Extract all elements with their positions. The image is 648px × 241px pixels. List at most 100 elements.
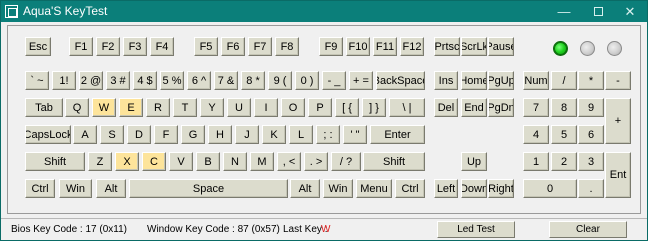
key-4[interactable]: 4 $: [133, 71, 157, 90]
key-0[interactable]: 0 ): [295, 71, 319, 90]
clear-button[interactable]: Clear: [549, 221, 627, 238]
key-w[interactable]: W: [92, 98, 116, 117]
key-f1[interactable]: F1: [69, 37, 93, 56]
key-page-up[interactable]: PgUp: [488, 71, 514, 90]
key-period[interactable]: . >: [304, 152, 328, 171]
key-c[interactable]: C: [142, 152, 166, 171]
key-semicolon[interactable]: ; :: [316, 125, 340, 144]
key-num-9[interactable]: 9: [578, 98, 604, 117]
key-f3[interactable]: F3: [123, 37, 147, 56]
key-f2[interactable]: F2: [96, 37, 120, 56]
key-arrow-up[interactable]: Up: [461, 152, 487, 171]
key-left-bracket[interactable]: [ {: [335, 98, 359, 117]
key-num-5[interactable]: 5: [551, 125, 577, 144]
key-backtick[interactable]: ` ~: [25, 71, 49, 90]
key-arrow-right[interactable]: Right: [488, 179, 514, 198]
key-3[interactable]: 3 #: [106, 71, 130, 90]
key-l[interactable]: L: [289, 125, 313, 144]
minimize-button[interactable]: —: [547, 2, 581, 21]
key-page-down[interactable]: PgDn: [488, 98, 514, 117]
key-y[interactable]: Y: [200, 98, 224, 117]
key-num-decimal[interactable]: .: [578, 179, 604, 198]
key-t[interactable]: T: [173, 98, 197, 117]
key-backslash[interactable]: \ |: [389, 98, 425, 117]
key-left-win[interactable]: Win: [59, 179, 92, 198]
key-num-1[interactable]: 1: [523, 152, 549, 171]
key-space[interactable]: Space: [129, 179, 288, 198]
key-num-8[interactable]: 8: [551, 98, 577, 117]
key-f6[interactable]: F6: [221, 37, 245, 56]
key-b[interactable]: B: [196, 152, 220, 171]
key-backspace[interactable]: BackSpace: [376, 71, 425, 90]
key-e[interactable]: E: [119, 98, 143, 117]
led-test-button[interactable]: Led Test: [437, 221, 515, 238]
key-s[interactable]: S: [100, 125, 124, 144]
key-n[interactable]: N: [223, 152, 247, 171]
key-x[interactable]: X: [115, 152, 139, 171]
key-menu[interactable]: Menu: [356, 179, 392, 198]
key-f4[interactable]: F4: [150, 37, 174, 56]
key-minus[interactable]: - _: [322, 71, 346, 90]
key-k[interactable]: K: [262, 125, 286, 144]
key-delete[interactable]: Del: [434, 98, 458, 117]
key-quote[interactable]: ' ": [343, 125, 367, 144]
key-right-alt[interactable]: Alt: [290, 179, 320, 198]
key-num-3[interactable]: 3: [578, 152, 604, 171]
key-f12[interactable]: F12: [400, 37, 424, 56]
key-i[interactable]: I: [254, 98, 278, 117]
key-arrow-left[interactable]: Left: [434, 179, 458, 198]
key-home[interactable]: Home: [461, 71, 487, 90]
key-esc[interactable]: Esc: [25, 37, 51, 56]
key-f9[interactable]: F9: [319, 37, 343, 56]
key-f5[interactable]: F5: [194, 37, 218, 56]
key-m[interactable]: M: [250, 152, 274, 171]
key-o[interactable]: O: [281, 98, 305, 117]
key-equals[interactable]: + =: [349, 71, 373, 90]
key-num-enter[interactable]: Ent: [605, 152, 631, 198]
key-num-divide[interactable]: /: [551, 71, 577, 90]
key-f10[interactable]: F10: [346, 37, 370, 56]
key-q[interactable]: Q: [65, 98, 89, 117]
key-caps-lock[interactable]: CapsLock: [25, 125, 71, 144]
key-h[interactable]: H: [208, 125, 232, 144]
key-tab[interactable]: Tab: [25, 98, 63, 117]
key-num-0[interactable]: 0: [523, 179, 577, 198]
key-right-win[interactable]: Win: [323, 179, 353, 198]
key-right-bracket[interactable]: ] }: [362, 98, 386, 117]
app-icon[interactable]: [5, 5, 18, 18]
title-bar[interactable]: Aqua'S KeyTest — ✕: [1, 1, 647, 22]
key-num-7[interactable]: 7: [523, 98, 549, 117]
key-arrow-down[interactable]: Down: [461, 179, 487, 198]
key-enter[interactable]: Enter: [370, 125, 425, 144]
key-pause[interactable]: Pause: [488, 37, 514, 56]
key-insert[interactable]: Ins: [434, 71, 458, 90]
key-right-ctrl[interactable]: Ctrl: [395, 179, 425, 198]
key-d[interactable]: D: [127, 125, 151, 144]
key-num-lock[interactable]: Num: [523, 71, 549, 90]
key-6[interactable]: 6 ^: [187, 71, 211, 90]
key-9[interactable]: 9 (: [268, 71, 292, 90]
key-slash[interactable]: / ?: [331, 152, 361, 171]
key-scroll-lock[interactable]: ScrLk: [461, 37, 487, 56]
key-num-subtract[interactable]: -: [605, 71, 631, 90]
key-left-alt[interactable]: Alt: [96, 179, 126, 198]
key-7[interactable]: 7 &: [214, 71, 238, 90]
key-v[interactable]: V: [169, 152, 193, 171]
key-5[interactable]: 5 %: [160, 71, 184, 90]
close-button[interactable]: ✕: [613, 2, 647, 21]
key-left-shift[interactable]: Shift: [25, 152, 85, 171]
key-2[interactable]: 2 @: [79, 71, 103, 90]
key-p[interactable]: P: [308, 98, 332, 117]
key-j[interactable]: J: [235, 125, 259, 144]
key-f7[interactable]: F7: [248, 37, 272, 56]
key-f8[interactable]: F8: [275, 37, 299, 56]
key-num-2[interactable]: 2: [551, 152, 577, 171]
key-num-multiply[interactable]: *: [578, 71, 604, 90]
key-num-4[interactable]: 4: [523, 125, 549, 144]
key-right-shift[interactable]: Shift: [363, 152, 425, 171]
key-a[interactable]: A: [73, 125, 97, 144]
key-r[interactable]: R: [146, 98, 170, 117]
key-comma[interactable]: , <: [277, 152, 301, 171]
key-left-ctrl[interactable]: Ctrl: [25, 179, 55, 198]
key-z[interactable]: Z: [88, 152, 112, 171]
